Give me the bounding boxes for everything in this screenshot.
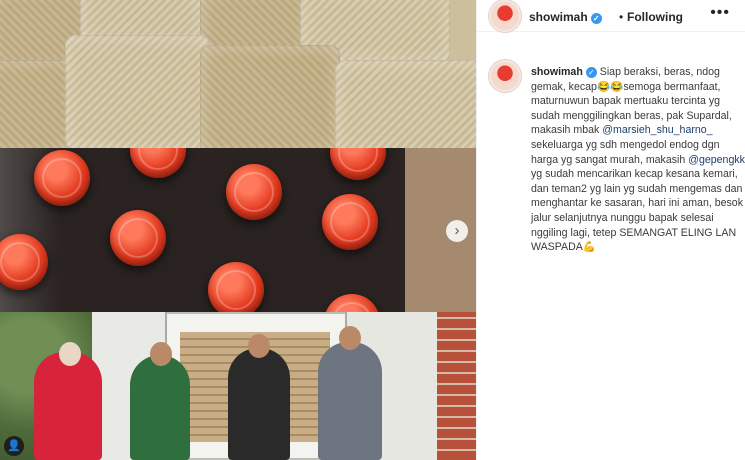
- verified-badge-icon: ✓: [590, 13, 602, 24]
- caption-text: showimah ✓ Siap beraksi, beras, ndog gema…: [531, 65, 745, 255]
- person-head: [59, 342, 81, 366]
- bottle-cap: [208, 262, 264, 312]
- rice-sack: [200, 45, 340, 148]
- bottle-cap: [110, 210, 166, 266]
- post-side-panel: showimah ✓ • Following ••• showimah ✓ Siap…: [476, 0, 745, 460]
- photo-rice-sacks: [0, 0, 476, 148]
- next-media-chevron-icon[interactable]: ›: [446, 220, 468, 242]
- following-button[interactable]: Following: [627, 10, 683, 24]
- person-man-grey: [318, 342, 382, 460]
- photo-bottles: [0, 148, 476, 312]
- caption-segment: yg sudah mencarikan kecap kesana kemari,…: [531, 168, 743, 254]
- person-head: [339, 326, 361, 350]
- more-options-icon[interactable]: •••: [710, 4, 730, 22]
- separator-dot: •: [619, 10, 624, 24]
- person-woman-red: [34, 352, 102, 460]
- person-man-black: [228, 348, 290, 460]
- post-header: showimah ✓ • Following •••: [477, 0, 745, 32]
- person-head: [248, 334, 270, 358]
- bottle-cap: [34, 150, 90, 206]
- bottle-cap: [226, 164, 282, 220]
- brick-wall: [437, 312, 476, 460]
- bottle-cap: [330, 148, 386, 180]
- header-username-link[interactable]: showimah ✓: [529, 10, 602, 24]
- person-head: [150, 342, 172, 366]
- bottle-cap: [324, 294, 380, 312]
- post-media[interactable]: › 👤: [0, 0, 476, 460]
- verified-badge-icon: ✓: [585, 67, 597, 78]
- header-username[interactable]: showimah: [529, 10, 588, 24]
- caption-avatar[interactable]: [489, 60, 521, 92]
- mention-link[interactable]: @gepengkk: [688, 154, 745, 166]
- rice-sack: [65, 35, 210, 148]
- user-tags-icon[interactable]: 👤: [4, 436, 24, 456]
- rice-sack: [335, 60, 476, 148]
- caption-username[interactable]: showimah: [531, 66, 583, 78]
- bottle-cap: [130, 148, 186, 178]
- bottle-cap: [322, 194, 378, 250]
- rice-sack: [0, 60, 75, 148]
- mention-link[interactable]: @marsieh_shu_harno_: [602, 124, 712, 136]
- person-woman-floral: [130, 355, 190, 460]
- photo-group-truck: [0, 312, 476, 460]
- profile-avatar[interactable]: [489, 0, 521, 32]
